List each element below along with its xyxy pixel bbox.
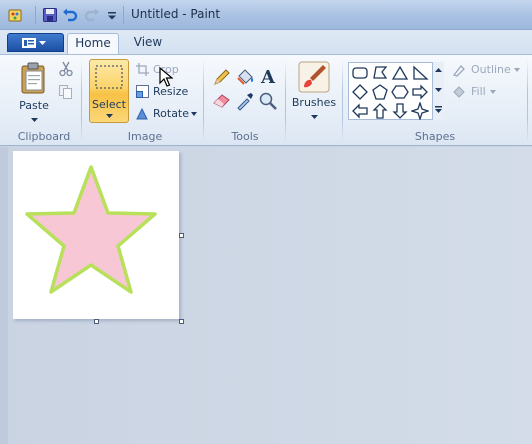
title-bar: Untitled - Paint [0,0,532,30]
diamond-shape-icon[interactable] [351,83,369,101]
up-arrow-shape-icon[interactable] [371,102,389,120]
shapes-gallery [348,62,444,120]
brushes-label: Brushes [291,96,337,109]
group-separator [285,59,286,143]
canvas-resize-handle-right[interactable] [179,233,184,238]
group-separator [81,59,82,143]
rotate-label: Rotate [153,107,190,120]
eraser-icon[interactable] [212,91,232,111]
select-rectangle-icon [95,65,123,89]
hexagon-shape-icon[interactable] [391,83,409,101]
menu-icon [22,38,46,48]
tab-home-label: Home [75,36,111,50]
brushes-dropdown-icon [310,115,318,119]
clipboard-group-label: Clipboard [17,130,71,143]
down-arrow-shape-icon[interactable] [391,102,409,120]
mouse-cursor-icon [159,67,173,87]
outline-button[interactable]: Outline [452,61,522,79]
fill-dropdown-icon [490,90,496,94]
resize-icon [136,85,149,98]
tools-group-label: Tools [231,130,259,143]
select-button[interactable]: Select [89,59,129,123]
pentagon-shape-icon[interactable] [371,83,389,101]
group-separator [203,59,204,143]
triangle-shape-icon[interactable] [391,64,409,82]
undo-icon[interactable] [62,7,78,23]
select-label: Select [92,98,126,111]
paint-app-icon[interactable] [8,7,24,23]
group-separator [527,59,528,143]
paste-icon [21,62,45,94]
outline-icon [452,65,465,77]
window-title: Untitled - Paint [131,7,221,21]
workspace-edge [0,147,8,444]
magnifier-icon[interactable] [258,91,278,111]
select-dropdown-icon [106,114,113,118]
polygon-shape-icon[interactable] [371,64,389,82]
tab-view-label: View [133,35,163,49]
right-arrow-shape-icon[interactable] [411,83,429,101]
fill-bucket-icon[interactable] [235,67,255,87]
rotate-button[interactable]: Rotate [136,105,198,123]
paint-menu-button[interactable] [7,33,64,52]
gallery-expand-icon[interactable] [435,106,442,114]
pencil-icon[interactable] [212,67,232,87]
scroll-down-icon[interactable] [435,88,442,92]
canvas-resize-handle-corner[interactable] [179,319,184,324]
ribbon-home: Paste Clipboard Select Crop Resize Rotat… [0,54,532,146]
star-drawing [25,165,157,294]
save-icon[interactable] [42,7,58,23]
paste-button[interactable]: Paste [14,59,54,125]
copy-icon[interactable] [58,84,74,100]
group-separator [342,59,343,143]
customize-qat-icon[interactable] [104,7,120,23]
right-triangle-shape-icon[interactable] [411,64,429,82]
rotate-icon [136,107,148,120]
paste-dropdown-icon [30,118,38,122]
outline-dropdown-icon [514,68,520,72]
qat-separator [35,6,36,24]
tab-home[interactable]: Home [67,33,119,54]
qat-separator [123,6,124,24]
shape-fill-icon [453,86,465,98]
color-picker-icon[interactable] [235,91,255,111]
four-point-star-shape-icon[interactable] [411,102,429,120]
crop-icon [136,63,149,76]
shapes-group-label: Shapes [414,130,456,143]
redo-icon[interactable] [84,7,100,23]
brushes-button[interactable]: Brushes [290,59,338,125]
text-icon[interactable]: A [258,66,278,86]
rounded-rectangle-shape-icon[interactable] [351,64,369,82]
brush-icon [298,61,330,93]
shapes-gallery-scrollbar[interactable] [432,62,444,120]
paste-label: Paste [19,99,49,112]
outline-label: Outline [471,63,511,76]
fill-label: Fill [471,85,486,98]
tab-view[interactable]: View [123,33,173,54]
canvas-resize-handle-bottom[interactable] [94,319,99,324]
image-group-label: Image [127,130,163,143]
svg-text:A: A [260,67,276,86]
scroll-up-icon[interactable] [435,68,442,72]
left-arrow-shape-icon[interactable] [351,102,369,120]
rotate-dropdown-icon [191,112,197,116]
cut-icon[interactable] [58,61,74,77]
fill-button[interactable]: Fill [452,83,502,101]
drawing-canvas[interactable] [13,151,179,319]
ribbon-tab-row: Home View [0,30,532,54]
